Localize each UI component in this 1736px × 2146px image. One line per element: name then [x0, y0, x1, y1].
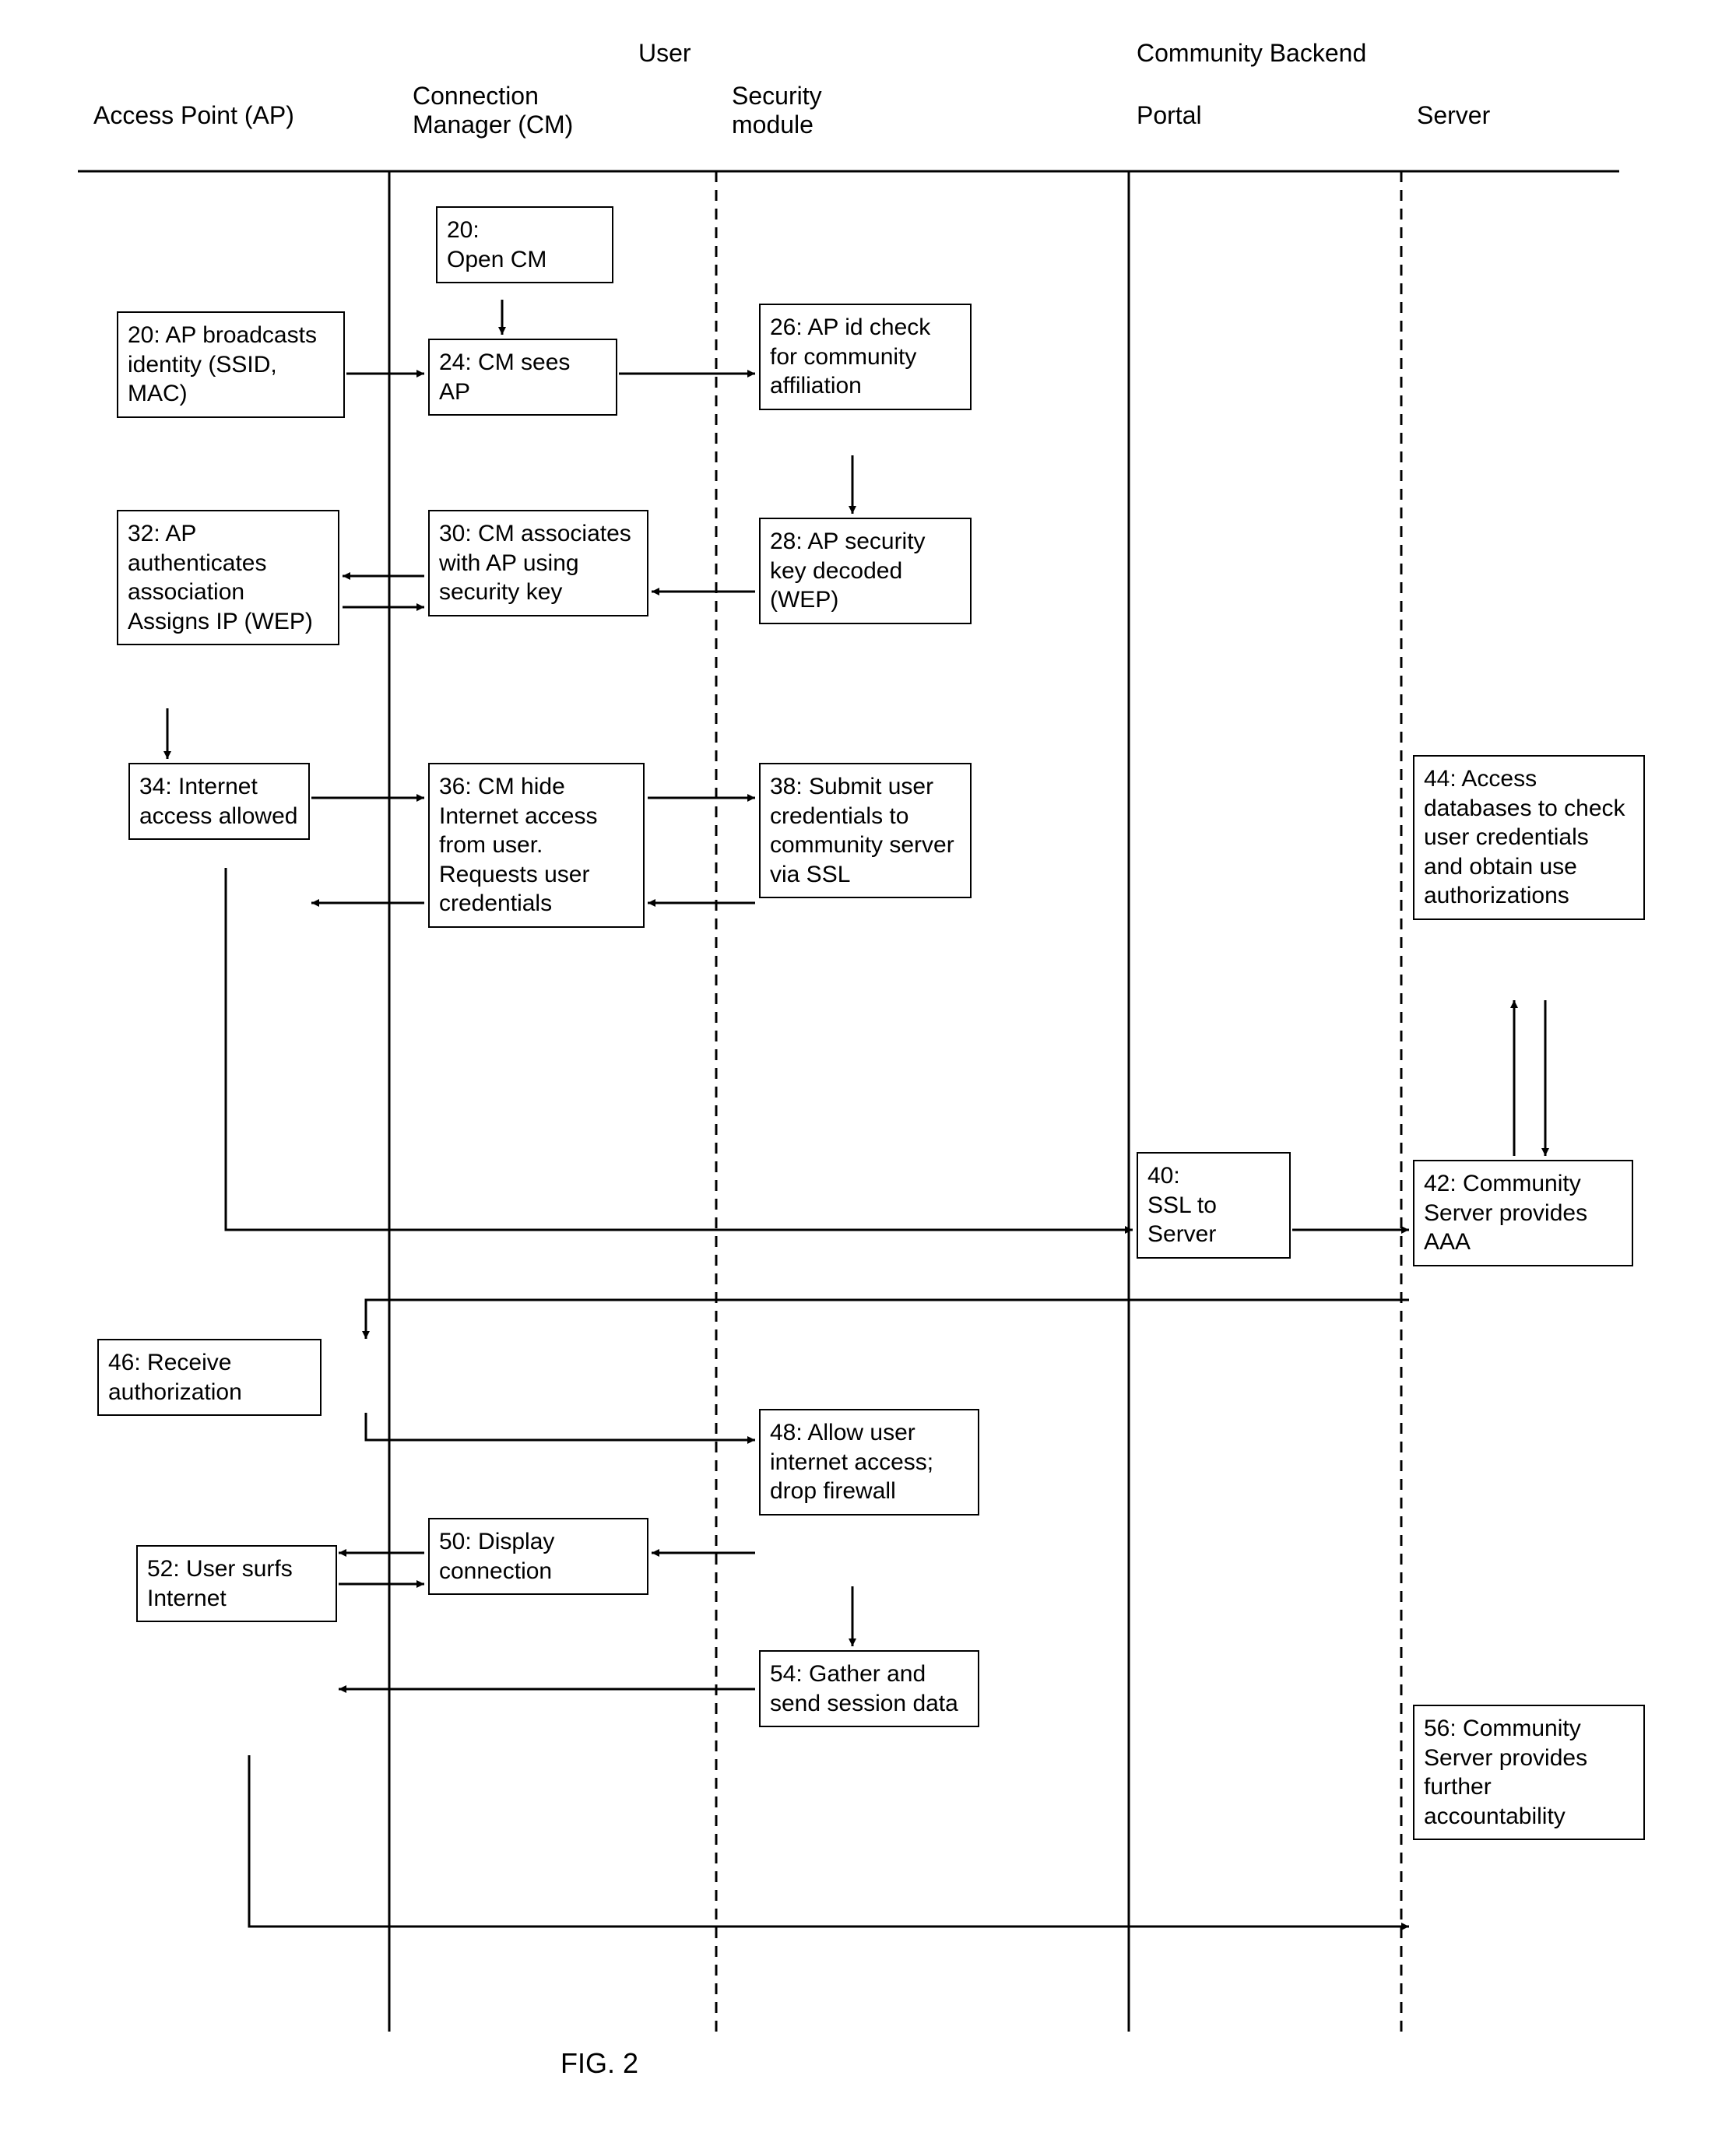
- box-52: 52: User surfs Internet: [136, 1545, 337, 1622]
- box-24: 24: CM sees AP: [428, 339, 617, 416]
- box-36: 36: CM hide Internet access from user. R…: [428, 763, 645, 928]
- box-28: 28: AP security key decoded (WEP): [759, 518, 972, 624]
- header-server: Server: [1417, 101, 1490, 130]
- box-26: 26: AP id check for community affiliatio…: [759, 304, 972, 410]
- sequence-diagram: User Community Backend Access Point (AP)…: [31, 31, 1705, 2115]
- box-30: 30: CM associates with AP using security…: [428, 510, 648, 616]
- header-cm: Connection Manager (CM): [413, 82, 607, 139]
- box-54: 54: Gather and send session data: [759, 1650, 979, 1727]
- box-40: 40: SSL to Server: [1137, 1152, 1291, 1259]
- header-ap: Access Point (AP): [93, 101, 294, 130]
- box-44: 44: Access databases to check user crede…: [1413, 755, 1645, 920]
- box-20-open-cm: 20: Open CM: [436, 206, 613, 283]
- figure-caption: FIG. 2: [561, 2047, 638, 2080]
- box-20-ap-broadcasts: 20: AP broadcasts identity (SSID, MAC): [117, 311, 345, 418]
- box-34: 34: Internet access allowed: [128, 763, 310, 840]
- header-portal: Portal: [1137, 101, 1202, 130]
- header-user: User: [638, 39, 691, 68]
- header-sec: Security module: [732, 82, 872, 139]
- box-46: 46: Receive authorization: [97, 1339, 322, 1416]
- box-38: 38: Submit user credentials to community…: [759, 763, 972, 898]
- box-56: 56: Community Server provides further ac…: [1413, 1705, 1645, 1840]
- box-32: 32: AP authenticates association Assigns…: [117, 510, 339, 645]
- header-backend: Community Backend: [1137, 39, 1366, 68]
- box-48: 48: Allow user internet access; drop fir…: [759, 1409, 979, 1516]
- box-50: 50: Display connection: [428, 1518, 648, 1595]
- box-42: 42: Community Server provides AAA: [1413, 1160, 1633, 1266]
